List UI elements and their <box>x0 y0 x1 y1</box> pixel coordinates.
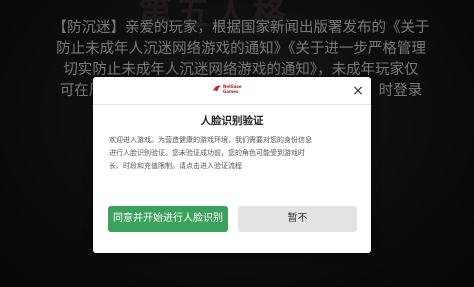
game-screen: 第五人格 【防沉迷】亲爱的玩家，根据国家新闻出版署发布的《关于 防止未成年人沉迷… <box>0 0 474 287</box>
header-divider <box>93 104 371 105</box>
description-line: 欢迎进入游戏。为营造健康的游戏环境，我们需要对您的身份信息 <box>109 136 312 144</box>
description-line: 长、时段和充值限制。请点击进入验证流程 <box>109 162 242 170</box>
dialog-description: 欢迎进入游戏。为营造健康的游戏环境，我们需要对您的身份信息 进行人脸识别验证。您… <box>109 134 359 173</box>
brand-text: NetEase Games <box>223 84 242 94</box>
face-verification-dialog: NetEase Games × 人脸识别验证 欢迎进入游戏。为营造健康的游戏环境… <box>93 77 371 253</box>
not-now-button[interactable]: 暂不 <box>238 206 357 232</box>
agree-start-face-recognition-button[interactable]: 同意并开始进行人脸识别 <box>108 206 228 232</box>
netease-bird-icon <box>213 85 221 92</box>
description-line: 进行人脸识别验证。您未验证成功前，您的角色可能受到游戏时 <box>109 149 305 157</box>
dialog-title: 人脸识别验证 <box>200 115 264 127</box>
close-icon[interactable]: × <box>351 84 365 98</box>
netease-logo: NetEase Games <box>212 83 252 99</box>
